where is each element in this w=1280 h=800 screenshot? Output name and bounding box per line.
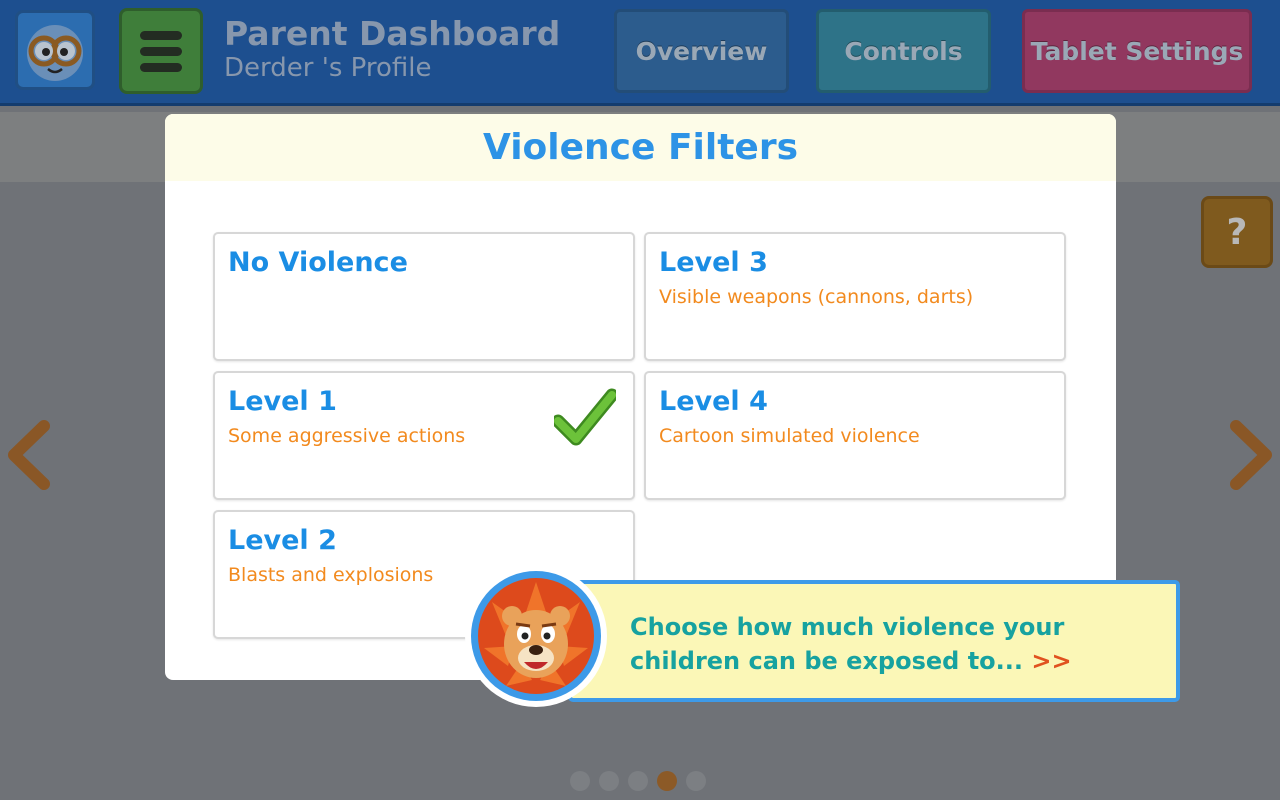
option-description: Cartoon simulated violence xyxy=(659,425,920,447)
option-label: Level 4 xyxy=(659,386,768,417)
mascot-tooltip[interactable]: Choose how much violence your children c… xyxy=(568,580,1180,702)
chevron-left-icon[interactable] xyxy=(0,410,60,500)
question-mark-icon: ? xyxy=(1226,211,1248,253)
top-bar: Parent Dashboard Derder 's Profile Overv… xyxy=(0,0,1280,106)
page-title: Parent Dashboard xyxy=(224,14,561,53)
owl-logo-button[interactable] xyxy=(15,10,95,90)
tooltip-message: Choose how much violence your children c… xyxy=(630,613,1065,675)
option-label: Level 3 xyxy=(659,247,768,278)
option-level-4[interactable]: Level 4 Cartoon simulated violence xyxy=(644,371,1066,500)
page-dot-active[interactable] xyxy=(657,771,677,791)
dialog-title: Violence Filters xyxy=(482,127,799,168)
owl-face-icon xyxy=(27,25,83,81)
lion-mascot-icon xyxy=(465,565,607,707)
page-dot[interactable] xyxy=(686,771,706,791)
page-dot[interactable] xyxy=(599,771,619,791)
tooltip-text: Choose how much violence your children c… xyxy=(630,610,1170,678)
option-no-violence[interactable]: No Violence xyxy=(213,232,635,361)
option-label: No Violence xyxy=(228,247,408,278)
tooltip-more-link[interactable]: >> xyxy=(1031,647,1071,675)
option-label: Level 2 xyxy=(228,525,337,556)
profile-subtitle: Derder 's Profile xyxy=(224,53,432,83)
help-button[interactable]: ? xyxy=(1201,196,1273,268)
dialog-header: Violence Filters xyxy=(165,114,1116,181)
tab-controls[interactable]: Controls xyxy=(816,9,991,93)
option-description: Some aggressive actions xyxy=(228,425,466,447)
checkmark-icon xyxy=(554,388,616,446)
page-dot[interactable] xyxy=(628,771,648,791)
chevron-right-icon[interactable] xyxy=(1220,410,1280,500)
pagination-dots xyxy=(570,771,706,791)
option-level-3[interactable]: Level 3 Visible weapons (cannons, darts) xyxy=(644,232,1066,361)
tab-overview[interactable]: Overview xyxy=(614,9,789,93)
option-level-1[interactable]: Level 1 Some aggressive actions xyxy=(213,371,635,500)
page-dot[interactable] xyxy=(570,771,590,791)
menu-button[interactable] xyxy=(119,8,203,94)
tab-tablet-settings[interactable]: Tablet Settings xyxy=(1022,9,1252,93)
option-description: Visible weapons (cannons, darts) xyxy=(659,286,974,308)
